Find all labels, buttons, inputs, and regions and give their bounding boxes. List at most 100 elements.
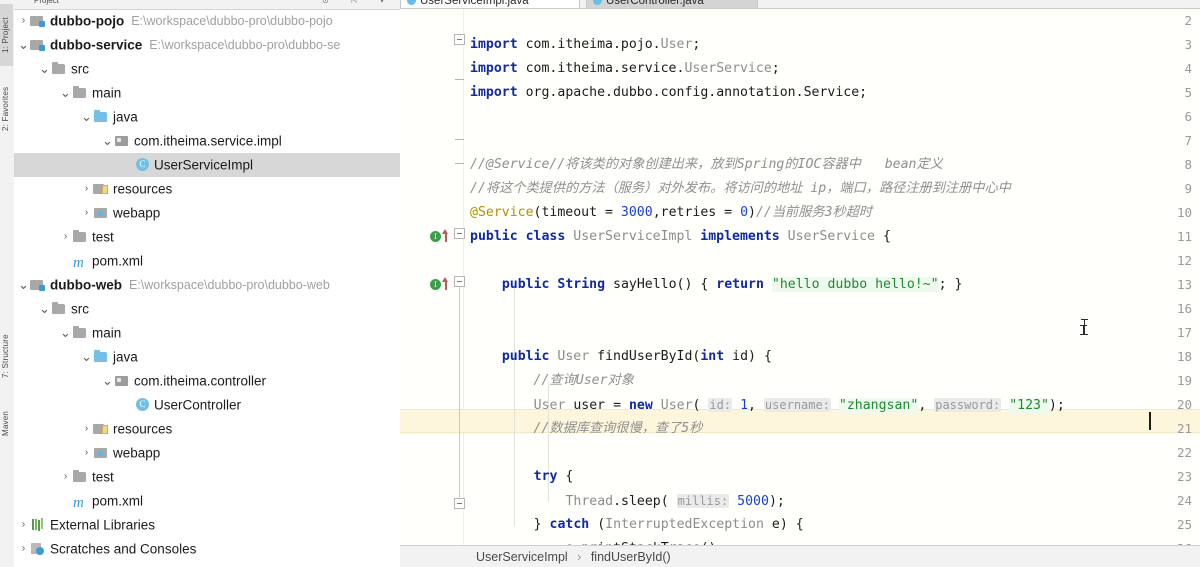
chevron-down-icon[interactable]: ⌄	[80, 348, 93, 366]
tree-row-label: resources	[113, 421, 173, 437]
code-line[interactable]: e.printStackTrace();	[464, 537, 1200, 545]
resources-folder-icon	[93, 422, 110, 436]
source-folder-icon	[93, 350, 110, 364]
tree-row[interactable]: ⌄ main	[14, 321, 400, 345]
chevron-right-icon[interactable]: ›	[59, 465, 72, 489]
tree-row[interactable]: ⌄ com.itheima.service.impl	[14, 129, 400, 153]
code-line[interactable]	[464, 9, 1200, 33]
code-line[interactable]: //数据库查询很慢，查了5秒	[464, 417, 1200, 441]
tree-row-label: dubbo-web	[50, 277, 122, 293]
tree-row-label: java	[113, 349, 138, 365]
code-text[interactable]: import com.itheima.pojo.User; import com.…	[464, 9, 1200, 545]
external-libraries-icon	[30, 518, 47, 532]
folder-icon	[72, 470, 89, 484]
project-panel-actions[interactable]: ⊙ ⇱ ▾	[322, 0, 394, 5]
tree-row[interactable]: ⌄ dubbo-web E:\workspace\dubbo-pro\dubbo-w…	[14, 273, 400, 297]
package-icon	[114, 134, 131, 148]
fold-region-line	[459, 287, 460, 502]
chevron-down-icon[interactable]: ⌄	[101, 372, 114, 390]
code-line[interactable]: try {	[464, 465, 1200, 489]
chevron-right-icon[interactable]: ›	[80, 201, 93, 225]
chevron-right-icon[interactable]: ›	[17, 537, 30, 561]
webapp-folder-icon	[93, 206, 110, 220]
code-line[interactable]: } catch (InterruptedException e) {	[464, 513, 1200, 537]
webapp-folder-icon	[93, 446, 110, 460]
tree-row-label: UserController	[154, 397, 242, 413]
tool-button-maven[interactable]: Maven	[0, 400, 13, 446]
code-line[interactable]: //查询User对象	[464, 369, 1200, 393]
tree-row[interactable]: UserServiceImpl	[14, 153, 400, 177]
chevron-down-icon[interactable]: ⌄	[17, 276, 30, 294]
tree-row[interactable]: UserController	[14, 393, 400, 417]
tree-row[interactable]: › webapp	[14, 441, 400, 465]
tree-row[interactable]: › webapp	[14, 201, 400, 225]
code-line[interactable]	[464, 321, 1200, 345]
tree-row[interactable]: › test	[14, 225, 400, 249]
idea-window: 1: Project 2: Favorites 7: Structure Mav…	[0, 0, 1200, 567]
project-tree[interactable]: › dubbo-pojo E:\workspace\dubbo-pro\dubbo-…	[14, 9, 400, 567]
tree-row[interactable]: › test	[14, 465, 400, 489]
fold-tick	[455, 79, 464, 80]
breadcrumb-class[interactable]: UserServiceImpl	[476, 550, 568, 564]
tree-row-path: E:\workspace\dubbo-pro\dubbo-web	[128, 278, 330, 293]
folder-icon	[51, 62, 68, 76]
chevron-down-icon[interactable]: ⌄	[101, 132, 114, 150]
tool-button-project[interactable]: 1: Project	[0, 4, 13, 66]
breadcrumb-member[interactable]: findUserById()	[591, 550, 671, 564]
tool-button-favorites[interactable]: 2: Favorites	[0, 72, 13, 146]
code-canvas[interactable]: 2345678910111213161718192021222324252627…	[400, 9, 1200, 545]
tree-row[interactable]: › resources	[14, 177, 400, 201]
code-line[interactable]: Thread.sleep( millis: 5000);	[464, 489, 1200, 513]
code-line[interactable]: import org.apache.dubbo.config.annotatio…	[464, 81, 1200, 105]
code-line[interactable]	[464, 129, 1200, 153]
tree-row-label: src	[71, 61, 89, 77]
chevron-down-icon[interactable]: ⌄	[17, 36, 30, 54]
tree-row-label: dubbo-service	[50, 37, 143, 53]
chevron-right-icon[interactable]: ›	[59, 225, 72, 249]
chevron-right-icon[interactable]: ›	[80, 441, 93, 465]
tree-row[interactable]: pom.xml	[14, 489, 400, 515]
tool-button-structure[interactable]: 7: Structure	[0, 318, 13, 394]
breadcrumb[interactable]: UserServiceImpl › findUserById()	[400, 545, 1200, 567]
chevron-down-icon[interactable]: ⌄	[38, 60, 51, 78]
code-line[interactable]: public String sayHello() { return "hello…	[464, 273, 1200, 297]
tree-row-label: webapp	[113, 445, 161, 461]
chevron-down-icon[interactable]: ⌄	[59, 324, 72, 342]
code-line[interactable]: public User findUserById(int id) {	[464, 345, 1200, 369]
tree-row-label: UserServiceImpl	[154, 157, 254, 173]
code-line[interactable]: //@Service//将该类的对象创建出来，放到Spring的IOC容器中 b…	[464, 153, 1200, 177]
chevron-down-icon[interactable]: ⌄	[59, 84, 72, 102]
chevron-down-icon[interactable]: ⌄	[80, 108, 93, 126]
code-line[interactable]	[464, 441, 1200, 465]
tree-row[interactable]: ⌄ main	[14, 81, 400, 105]
tree-row[interactable]: ⌄ src	[14, 57, 400, 81]
code-line[interactable]	[464, 249, 1200, 273]
chevron-down-icon[interactable]: ⌄	[38, 300, 51, 318]
code-line[interactable]: @Service(timeout = 3000,retries = 0)//当前…	[464, 201, 1200, 225]
tree-row[interactable]: › resources	[14, 417, 400, 441]
tree-row[interactable]: › dubbo-pojo E:\workspace\dubbo-pro\dubbo-…	[14, 9, 400, 33]
editor-area: UserServiceImpl.java UserController.java…	[400, 0, 1200, 567]
tree-row[interactable]: ⌄ com.itheima.controller	[14, 369, 400, 393]
code-line[interactable]: import com.itheima.service.UserService;	[464, 57, 1200, 81]
code-line[interactable]: public class UserServiceImpl implements …	[464, 225, 1200, 249]
code-line[interactable]	[464, 105, 1200, 129]
chevron-right-icon[interactable]: ›	[17, 513, 30, 537]
chevron-right-icon[interactable]: ›	[80, 177, 93, 201]
implementing-method-marker[interactable]	[400, 273, 464, 297]
tree-row[interactable]: › Scratches and Consoles	[14, 537, 400, 561]
tree-row[interactable]: ⌄ dubbo-service E:\workspace\dubbo-pro\dub…	[14, 33, 400, 57]
implementing-method-marker[interactable]	[400, 225, 464, 249]
chevron-right-icon[interactable]: ›	[17, 9, 30, 33]
tree-row[interactable]: › External Libraries	[14, 513, 400, 537]
tree-row[interactable]: ⌄ java	[14, 105, 400, 129]
fold-tick	[455, 163, 464, 164]
code-line[interactable]	[464, 297, 1200, 321]
tree-row[interactable]: pom.xml	[14, 249, 400, 275]
code-line[interactable]: import com.itheima.pojo.User;	[464, 33, 1200, 57]
tree-row[interactable]: ⌄ src	[14, 297, 400, 321]
code-line[interactable]: User user = new User( id: 1, username: "…	[464, 393, 1200, 417]
tree-row[interactable]: ⌄ java	[14, 345, 400, 369]
chevron-right-icon[interactable]: ›	[80, 417, 93, 441]
code-line[interactable]: //将这个类提供的方法（服务）对外发布。将访问的地址 ip，端口，路径注册到注册…	[464, 177, 1200, 201]
